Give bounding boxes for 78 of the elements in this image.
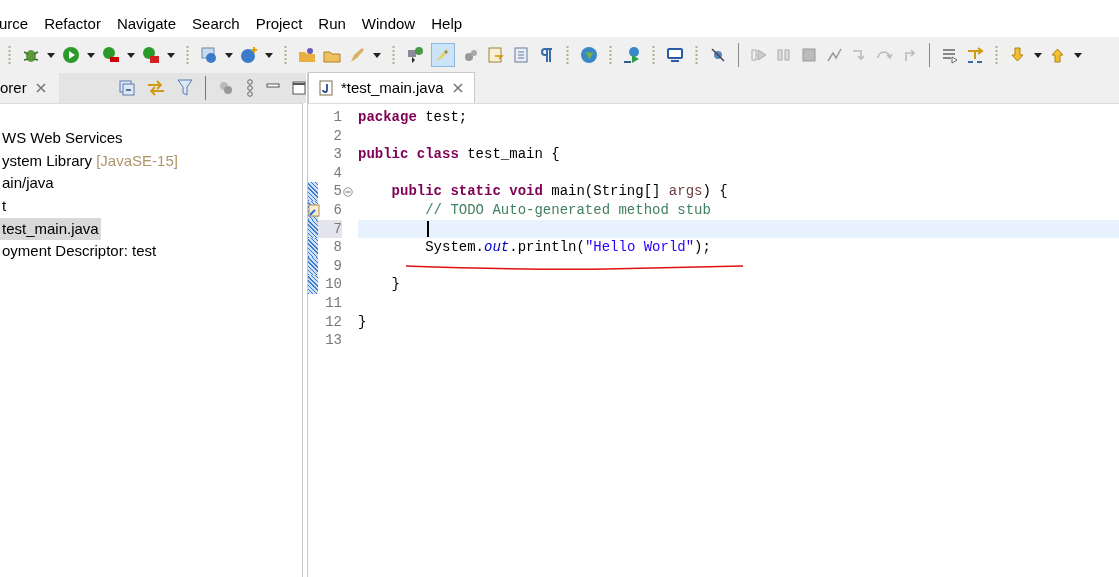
menu-item[interactable]: Navigate	[116, 13, 177, 36]
code-line: public static void main(String[] args) {	[390, 182, 729, 201]
arrow-down-icon[interactable]	[1009, 46, 1027, 64]
toolbar-grip-icon	[8, 45, 11, 65]
java-file-icon	[319, 80, 333, 96]
tree-item[interactable]: test_main.java	[0, 217, 101, 240]
monitor-icon[interactable]	[666, 46, 684, 64]
code-line: }	[390, 275, 401, 294]
tree-item[interactable]: WS Web Services	[0, 127, 125, 150]
line-number: 13	[324, 331, 342, 350]
menu-item[interactable]: Project	[255, 13, 303, 36]
tree-item[interactable]: ystem Library [JavaSE-15]	[0, 149, 180, 172]
tree-item[interactable]: oyment Descriptor: test	[0, 240, 159, 263]
dropdown-caret-icon[interactable]	[47, 52, 55, 58]
collapse-icon[interactable]	[343, 186, 353, 197]
line-number: 3	[332, 145, 342, 164]
menu-item[interactable]: Help	[431, 13, 463, 36]
toolbar-grip-icon	[186, 45, 189, 65]
tree-item[interactable]: t	[0, 195, 9, 218]
document-icon[interactable]	[487, 46, 505, 64]
play-icon[interactable]	[62, 46, 80, 64]
disconnect-icon[interactable]	[825, 46, 843, 64]
dropdown-caret-icon[interactable]	[127, 52, 135, 58]
arrow-up-icon[interactable]	[1049, 46, 1067, 64]
highlighter-icon	[435, 47, 451, 63]
code-line: public class test_main {	[358, 145, 561, 164]
line-number: 2	[332, 126, 342, 146]
menu-item[interactable]: Search	[192, 13, 240, 36]
folder-icon[interactable]	[298, 46, 316, 64]
list-icon[interactable]	[941, 46, 959, 64]
line-number: 11	[324, 293, 342, 313]
play-icon[interactable]	[102, 46, 120, 64]
toolbar-grip-icon	[695, 45, 698, 65]
step-filter-icon[interactable]	[966, 46, 984, 64]
menu-item[interactable]: Window	[361, 13, 416, 36]
toolbar-grip-icon	[566, 45, 569, 65]
play-icon[interactable]	[142, 46, 160, 64]
group-icon[interactable]	[217, 80, 234, 96]
dropdown-caret-icon[interactable]	[225, 52, 233, 58]
code-line: System.out.println("Hello World");	[424, 238, 712, 257]
collapse-all-icon[interactable]	[118, 80, 135, 96]
tree-item[interactable]: ain/java	[0, 172, 56, 195]
line-number: 10	[324, 275, 342, 294]
close-icon[interactable]	[451, 82, 464, 94]
stop-icon[interactable]	[800, 46, 818, 64]
line-number: 6	[332, 200, 342, 220]
code-line: }	[358, 312, 368, 332]
editor-tab[interactable]: *test_main.java	[308, 72, 475, 103]
code-line: // TODO Auto-generated method stub	[424, 200, 712, 220]
code-line: package test;	[358, 108, 469, 127]
dropdown-caret-icon[interactable]	[265, 52, 273, 58]
line-number: 1	[332, 108, 342, 127]
text-cursor	[427, 220, 429, 237]
maximize-icon[interactable]	[291, 81, 306, 95]
skip-breakpoints-icon[interactable]	[709, 46, 727, 64]
line-number: 12	[324, 312, 342, 332]
toolbar-grip-icon	[652, 45, 655, 65]
menu-item[interactable]: urce	[0, 13, 29, 36]
dropdown-caret-icon[interactable]	[373, 52, 381, 58]
dropdown-caret-icon[interactable]	[167, 52, 175, 58]
view-menu-icon[interactable]	[245, 79, 254, 97]
line-number: 8	[332, 238, 342, 257]
dropdown-caret-icon[interactable]	[87, 52, 95, 58]
menu-item[interactable]: Refactor	[44, 13, 101, 36]
link-editor-icon[interactable]	[146, 80, 165, 96]
line-number: 5	[332, 182, 342, 201]
toolbar-grip-icon	[995, 45, 998, 65]
menu-item[interactable]: Run	[318, 13, 346, 36]
line-number: 9	[332, 256, 342, 276]
toolbar-grip-icon	[392, 45, 395, 65]
line-number: 4	[332, 163, 342, 183]
toolbar-grip-icon	[609, 45, 612, 65]
dropdown-caret-icon[interactable]	[1074, 52, 1082, 58]
filter-icon[interactable]	[176, 79, 193, 97]
dropdown-caret-icon[interactable]	[1034, 52, 1042, 58]
line-number: 7	[318, 219, 342, 239]
toolbar-grip-icon	[284, 45, 287, 65]
close-icon[interactable]	[34, 82, 47, 94]
